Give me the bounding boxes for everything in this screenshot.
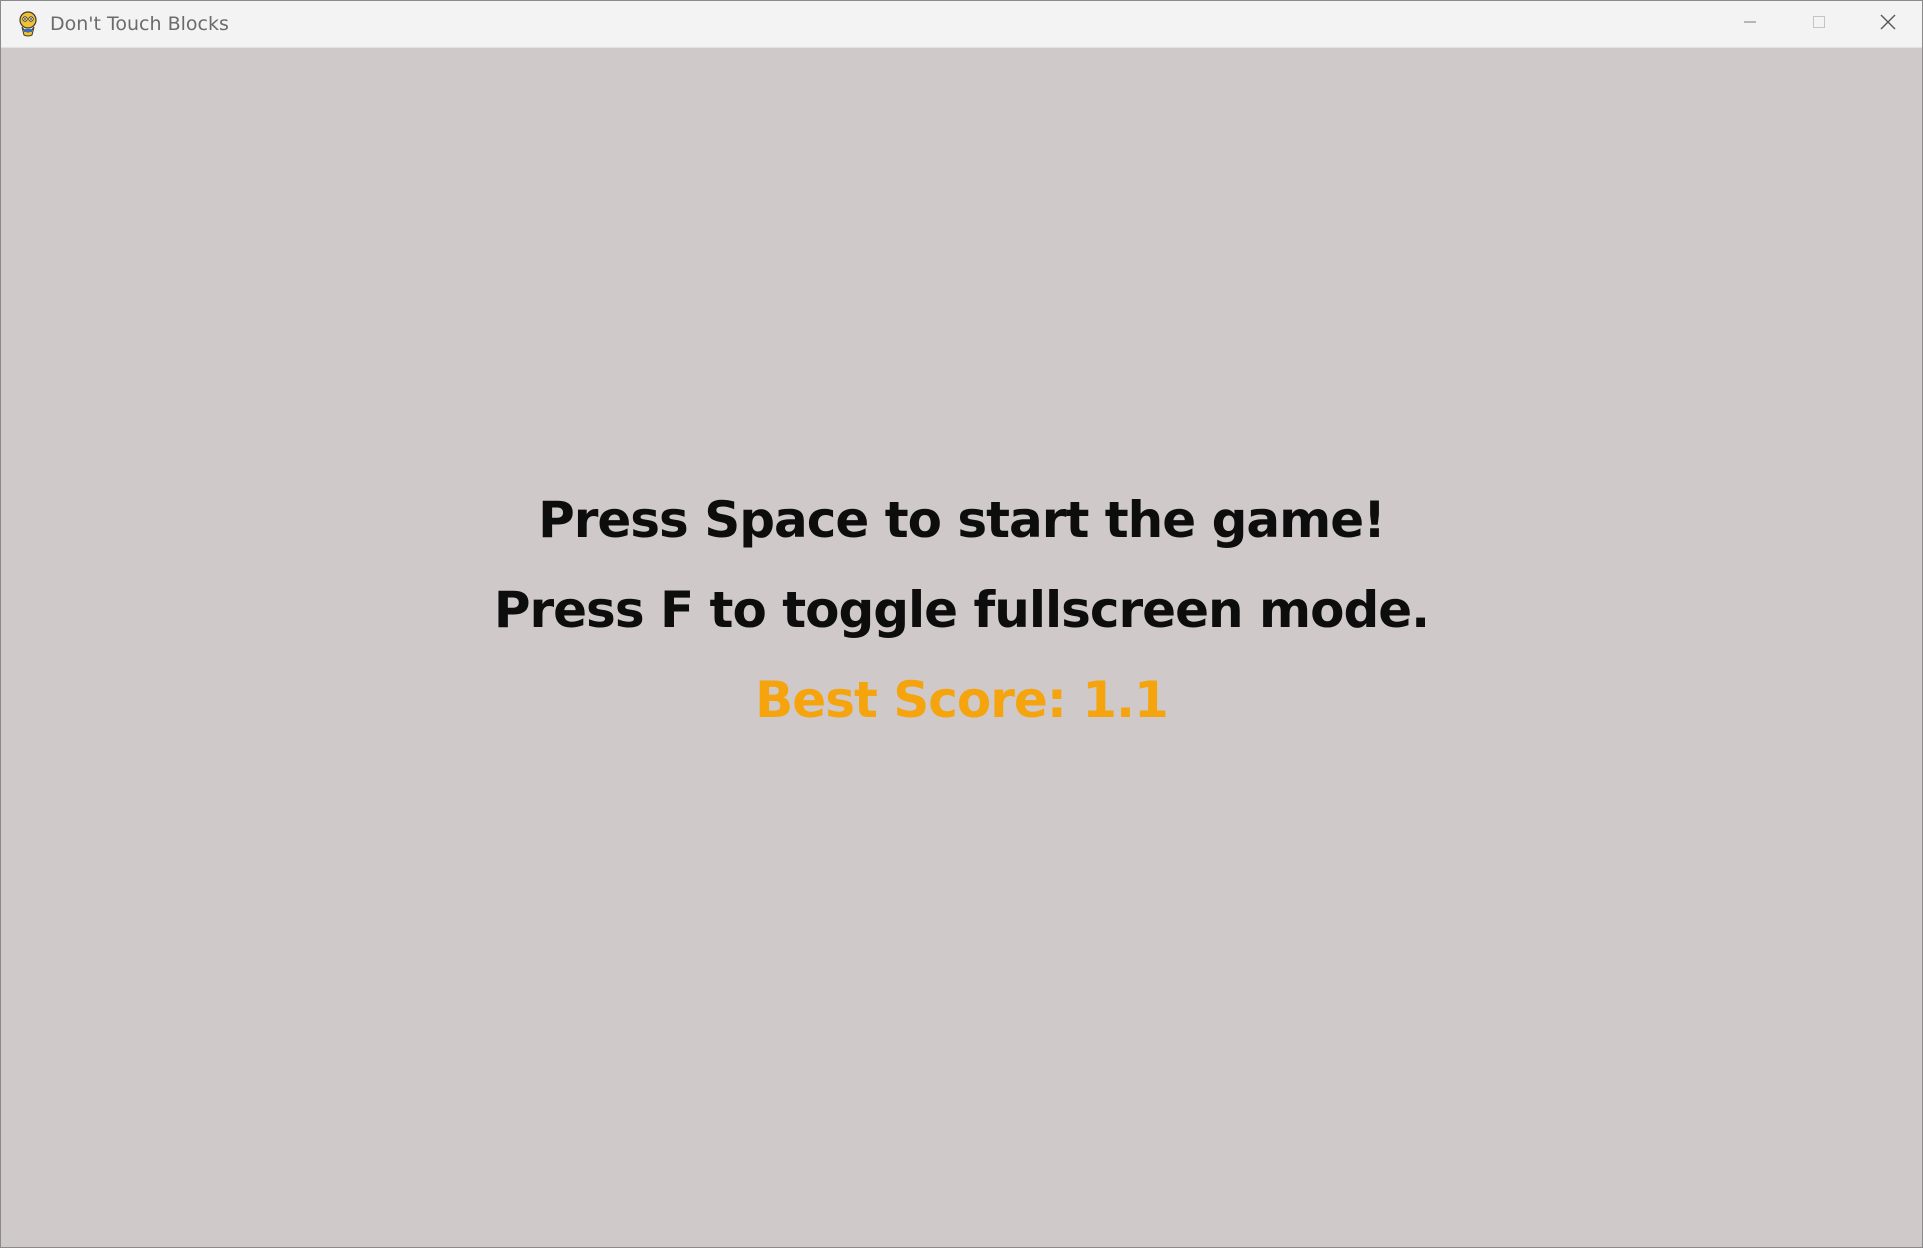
best-score-label: Best Score: 1.1 [755,671,1169,729]
window-controls [1715,1,1922,47]
minimize-button[interactable] [1715,1,1784,47]
window-title: Don't Touch Blocks [50,13,229,35]
minimize-icon [1742,14,1758,35]
fullscreen-prompt: Press F to toggle fullscreen mode. [493,581,1430,639]
pygame-snake-icon [15,11,41,37]
game-window: Don't Touch Blocks Press Space to start … [0,0,1923,1248]
maximize-button[interactable] [1784,1,1853,47]
game-canvas[interactable]: Press Space to start the game! Press F t… [1,48,1922,1247]
title-bar[interactable]: Don't Touch Blocks [1,1,1922,48]
close-button[interactable] [1853,1,1922,47]
maximize-icon [1811,14,1827,35]
close-icon [1879,13,1897,36]
start-prompt: Press Space to start the game! [538,491,1386,549]
